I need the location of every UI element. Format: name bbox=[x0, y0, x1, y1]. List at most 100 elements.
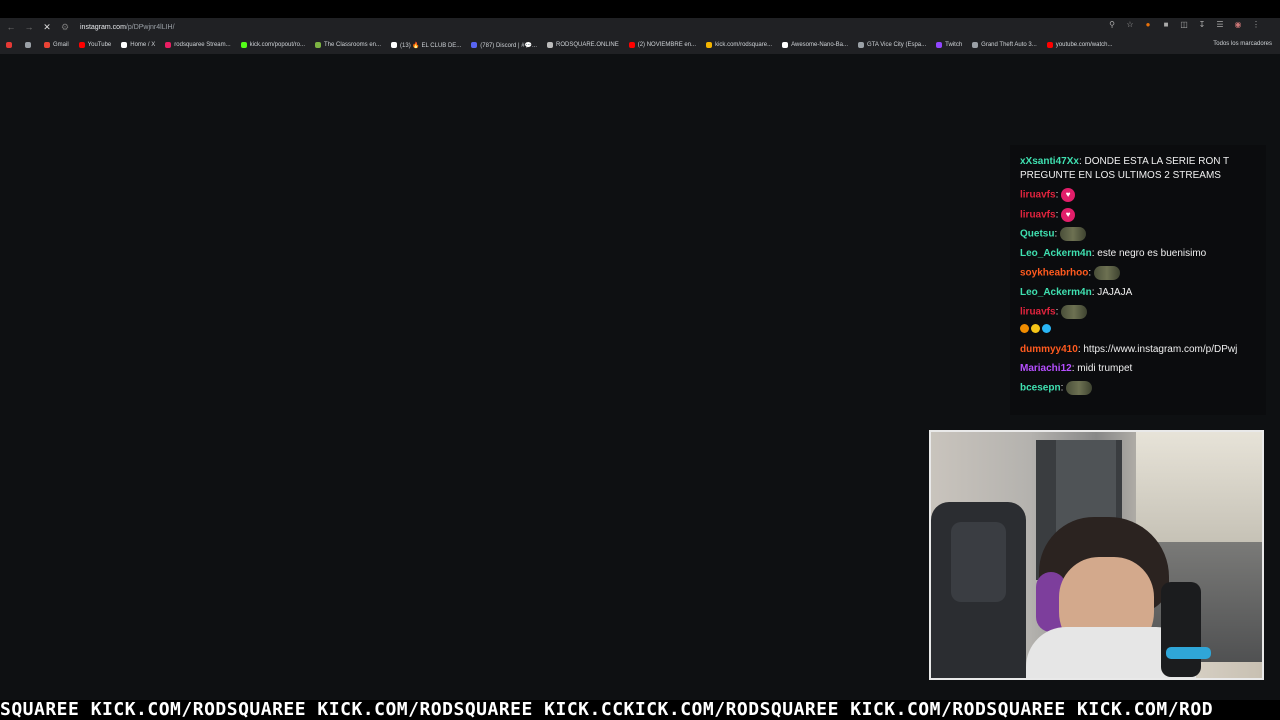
chat-username[interactable]: Leo_Ackerm4n bbox=[1020, 287, 1092, 298]
bookmark-item[interactable]: Grand Theft Auto 3... bbox=[972, 42, 1037, 49]
bookmark-favicon-icon bbox=[782, 42, 789, 48]
chat-message bbox=[1020, 324, 1256, 338]
all-bookmarks-button[interactable]: Todos los marcadores bbox=[1213, 41, 1272, 47]
side-panel-icon[interactable]: ◫ bbox=[1178, 20, 1190, 29]
bookmark-label: (787) Discord | #💬... bbox=[480, 42, 538, 49]
bookmark-item[interactable]: (2) NOVIEMBRE en... bbox=[628, 42, 697, 49]
extensions-puzzle-icon[interactable]: ■ bbox=[1160, 20, 1172, 29]
bookmark-item[interactable]: The Classrooms en... bbox=[315, 42, 381, 49]
chat-username[interactable]: soykheabrhoo bbox=[1020, 268, 1088, 279]
bookmark-label: youtube.com/watch... bbox=[1055, 42, 1113, 48]
bookmark-label: (2) NOVIEMBRE en... bbox=[637, 42, 697, 48]
url-host: instagram.com bbox=[80, 23, 126, 31]
tab-search-icon[interactable]: ☰ bbox=[1214, 20, 1226, 29]
chat-message: Leo_Ackerm4n: JAJAJA bbox=[1020, 286, 1256, 300]
bookmark-item[interactable]: GTA Vice City (Espa... bbox=[858, 42, 926, 49]
bookmark-item[interactable]: Twitch bbox=[936, 42, 962, 49]
extension-icon[interactable]: ● bbox=[1142, 20, 1154, 29]
address-bar[interactable]: ← → ✕ ⚙ instagram.com/p/DPwjnr4lLIH/ ⚲ ☆… bbox=[0, 18, 1280, 36]
ticker-separator bbox=[0, 690, 1280, 700]
chat-text: JAJAJA bbox=[1097, 286, 1133, 298]
chat-message: Leo_Ackerm4n: este negro es buenisimo bbox=[1020, 247, 1256, 261]
bookmark-item[interactable]: Awesome-Nano-Ba... bbox=[782, 42, 848, 49]
custom-emote-icon bbox=[1093, 265, 1120, 280]
bookmark-item[interactable]: rodsquaree Stream... bbox=[165, 42, 231, 49]
bookmark-label: kick.com/popout/ro... bbox=[249, 42, 305, 48]
bookmarks-bar: Gmail YouTube Home / X rodsquaree Stream...… bbox=[0, 36, 1280, 54]
chat-username[interactable]: bcesepn bbox=[1020, 383, 1061, 394]
heart-emote-icon: ♥ bbox=[1061, 188, 1076, 202]
bookmark-item[interactable]: Home / X bbox=[121, 42, 155, 49]
custom-emote-icon bbox=[1066, 381, 1093, 396]
window-top-strip bbox=[0, 0, 1280, 18]
bookmark-item[interactable]: (787) Discord | #💬... bbox=[471, 42, 537, 49]
ticker-text: SQUAREE KICK.COM/RODSQUAREE KICK.COM/ROD… bbox=[0, 700, 1214, 720]
chat-username[interactable]: liruavfs bbox=[1020, 209, 1056, 220]
bookmark-item[interactable]: youtube.com/watch... bbox=[1046, 42, 1113, 49]
zoom-icon[interactable]: ⚲ bbox=[1106, 20, 1118, 29]
chat-text: este negro es buenisimo bbox=[1097, 247, 1207, 259]
url-text[interactable]: instagram.com/p/DPwjnr4lLIH/ bbox=[80, 24, 175, 31]
chat-message: liruavfs: ♥ bbox=[1020, 207, 1256, 223]
bookmark-label: Twitch bbox=[945, 42, 963, 48]
bookmark-item[interactable]: Gmail bbox=[44, 42, 69, 49]
grid-icon[interactable] bbox=[25, 42, 34, 48]
bookmark-favicon-icon bbox=[78, 42, 85, 48]
cam-microphone bbox=[1161, 582, 1201, 677]
back-icon[interactable]: ← bbox=[4, 20, 18, 34]
bookmark-label: Home / X bbox=[130, 42, 156, 48]
ticker-banner: SQUAREE KICK.COM/RODSQUAREE KICK.COM/ROD… bbox=[0, 700, 1280, 720]
bookmark-item[interactable]: (13) 🔥 EL CLUB DE... bbox=[391, 42, 461, 49]
star-icon[interactable]: ☆ bbox=[1124, 20, 1136, 29]
bookmark-favicon-icon bbox=[858, 42, 865, 48]
chat-text: midi trumpet bbox=[1077, 363, 1133, 375]
bookmark-label: GTA Vice City (Espa... bbox=[867, 42, 927, 48]
bookmark-label: YouTube bbox=[87, 42, 112, 48]
custom-emote-icon bbox=[1061, 304, 1088, 319]
chat-message: liruavfs: ♥ bbox=[1020, 188, 1256, 203]
heart-emote-icon: ♥ bbox=[1061, 207, 1076, 222]
bookmark-item[interactable]: RODSQUARE.ONLINE bbox=[547, 42, 619, 49]
download-icon[interactable]: ↧ bbox=[1196, 20, 1208, 29]
forward-icon[interactable]: → bbox=[22, 20, 36, 34]
toolbar-right: ⚲ ☆ ● ■ ◫ ↧ ☰ ◉ ⋮ bbox=[1106, 20, 1262, 29]
chat-username[interactable]: dummyy410 bbox=[1020, 344, 1078, 355]
bookmark-favicon-icon bbox=[1046, 42, 1053, 48]
bookmark-item[interactable]: kick.com/popout/ro... bbox=[240, 42, 305, 49]
url-path: /p/DPwjnr4lLIH/ bbox=[125, 23, 175, 31]
bookmark-favicon-icon bbox=[44, 42, 50, 48]
chat-username[interactable]: liruavfs bbox=[1020, 306, 1056, 317]
bookmark-label: Gmail bbox=[53, 42, 69, 48]
chat-message: Mariachi12: midi trumpet bbox=[1020, 362, 1256, 376]
bookmark-item[interactable]: kick.com/rodsquare... bbox=[706, 42, 772, 49]
bookmark-label: (13) 🔥 EL CLUB DE... bbox=[400, 42, 462, 49]
emoji-icon bbox=[1031, 324, 1040, 334]
bookmark-label: kick.com/rodsquare... bbox=[715, 42, 773, 48]
chat-message: soykheabrhoo: bbox=[1020, 265, 1256, 281]
custom-emote-icon bbox=[1060, 227, 1087, 242]
stop-loading-icon[interactable]: ✕ bbox=[40, 20, 54, 34]
chat-username[interactable]: xXsanti47Xx bbox=[1020, 156, 1079, 167]
chat-username[interactable]: Mariachi12 bbox=[1020, 363, 1072, 374]
bookmark-favicon-icon bbox=[936, 42, 943, 48]
chat-username[interactable]: liruavfs bbox=[1020, 190, 1056, 201]
webcam-overlay bbox=[929, 430, 1264, 680]
bookmark-item[interactable]: YouTube bbox=[78, 42, 112, 49]
menu-icon[interactable]: ⋮ bbox=[1250, 20, 1262, 29]
bookmark-favicon-icon bbox=[391, 42, 398, 48]
bookmark-favicon-icon bbox=[240, 42, 247, 48]
bookmark-label: The Classrooms en... bbox=[324, 42, 382, 48]
cam-chair-cushion bbox=[951, 522, 1006, 602]
chat-username[interactable]: Leo_Ackerm4n bbox=[1020, 248, 1092, 259]
chat-text: https://www.instagram.com/p/DPwj bbox=[1083, 344, 1238, 356]
chat-message: liruavfs: bbox=[1020, 304, 1256, 320]
site-info-icon[interactable]: ⚙ bbox=[58, 20, 72, 34]
chat-username[interactable]: Quetsu bbox=[1020, 229, 1054, 240]
apps-icon[interactable] bbox=[6, 42, 15, 48]
chat-message: Quetsu: bbox=[1020, 227, 1256, 242]
bookmark-label: rodsquaree Stream... bbox=[174, 42, 231, 48]
profile-avatar[interactable]: ◉ bbox=[1232, 20, 1244, 29]
chat-message: xXsanti47Xx: DONDE ESTA LA SERIE RON T P… bbox=[1020, 155, 1256, 183]
chat-message: bcesepn: bbox=[1020, 381, 1256, 396]
cam-mic-light bbox=[1166, 647, 1211, 659]
